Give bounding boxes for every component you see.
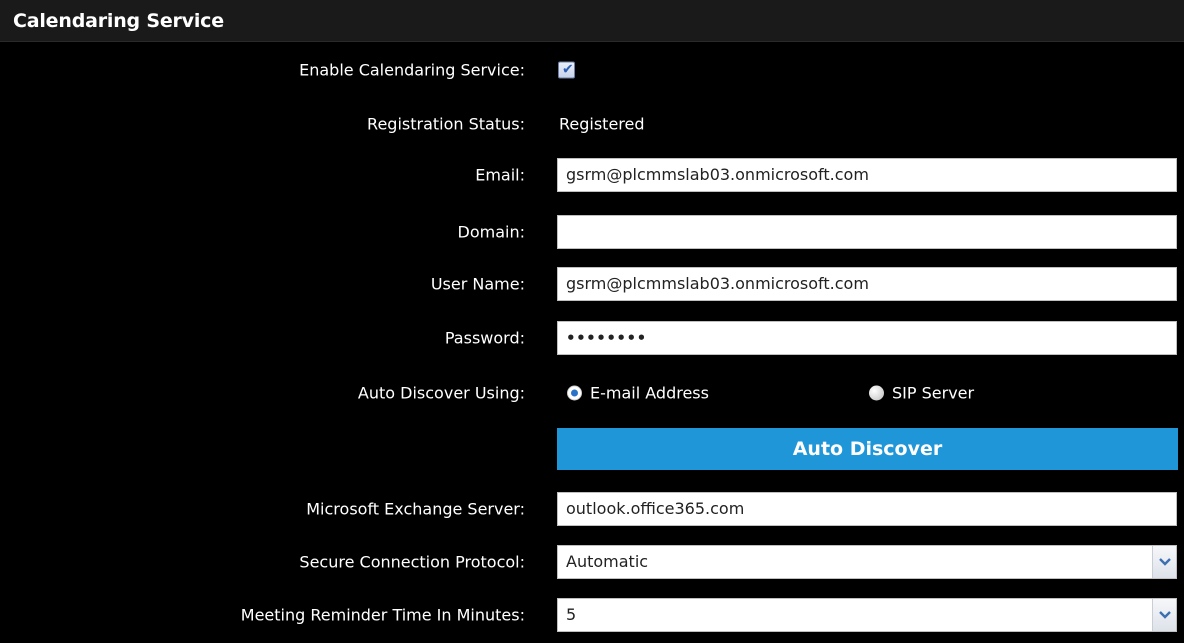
radio-sip-server[interactable]: SIP Server bbox=[869, 384, 974, 403]
registration-row: Registration Status: Registered bbox=[0, 106, 1184, 142]
domain-label: Domain: bbox=[457, 222, 525, 242]
chevron-down-icon[interactable] bbox=[1152, 546, 1176, 578]
radio-selected-icon bbox=[567, 385, 582, 401]
email-field[interactable]: gsrm@plcmmslab03.onmicrosoft.com bbox=[557, 158, 1177, 192]
password-field[interactable]: •••••••• bbox=[557, 321, 1177, 355]
reminder-select[interactable]: 5 bbox=[557, 598, 1177, 632]
secure-protocol-row: Secure Connection Protocol: Automatic bbox=[0, 544, 1184, 580]
exchange-server-field[interactable]: outlook.office365.com bbox=[557, 492, 1177, 526]
reminder-label: Meeting Reminder Time In Minutes: bbox=[240, 605, 525, 625]
email-row: Email: gsrm@plcmmslab03.onmicrosoft.com bbox=[0, 157, 1184, 193]
radio-sip-label: SIP Server bbox=[892, 383, 975, 403]
autodiscover-using-label: Auto Discover Using: bbox=[357, 383, 525, 403]
reminder-row: Meeting Reminder Time In Minutes: 5 bbox=[0, 597, 1184, 633]
section-header: Calendaring Service bbox=[0, 0, 1184, 42]
radio-email-address[interactable]: E-mail Address bbox=[567, 384, 709, 403]
check-icon: ✔ bbox=[562, 61, 574, 78]
password-row: Password: •••••••• bbox=[0, 320, 1184, 356]
chevron-down-icon[interactable] bbox=[1152, 599, 1176, 631]
password-label: Password: bbox=[444, 328, 525, 348]
domain-row: Domain: bbox=[0, 214, 1184, 250]
secure-protocol-select[interactable]: Automatic bbox=[557, 545, 1177, 579]
autodiscover-using-row: Auto Discover Using: E-mail Address SIP … bbox=[0, 375, 1184, 411]
registration-status-value: Registered bbox=[559, 114, 645, 134]
username-label: User Name: bbox=[430, 274, 525, 294]
registration-label: Registration Status: bbox=[367, 114, 525, 134]
enable-label: Enable Calendaring Service: bbox=[299, 60, 525, 80]
email-label: Email: bbox=[475, 165, 525, 185]
enable-checkbox[interactable]: ✔ bbox=[558, 61, 575, 79]
secure-protocol-label: Secure Connection Protocol: bbox=[299, 552, 525, 572]
username-row: User Name: gsrm@plcmmslab03.onmicrosoft.… bbox=[0, 266, 1184, 302]
enable-row: Enable Calendaring Service: ✔ bbox=[0, 52, 1184, 88]
radio-email-label: E-mail Address bbox=[590, 383, 709, 403]
radio-unselected-icon bbox=[869, 385, 884, 401]
domain-field[interactable] bbox=[557, 215, 1177, 249]
secure-protocol-value: Automatic bbox=[566, 552, 649, 571]
auto-discover-button[interactable]: Auto Discover bbox=[557, 428, 1178, 470]
exchange-label: Microsoft Exchange Server: bbox=[306, 499, 525, 519]
reminder-value: 5 bbox=[566, 605, 577, 624]
page-title: Calendaring Service bbox=[13, 10, 224, 32]
exchange-row: Microsoft Exchange Server: outlook.offic… bbox=[0, 491, 1184, 527]
username-field[interactable]: gsrm@plcmmslab03.onmicrosoft.com bbox=[557, 267, 1177, 301]
autodiscover-radio-group: E-mail Address SIP Server bbox=[557, 375, 1177, 411]
